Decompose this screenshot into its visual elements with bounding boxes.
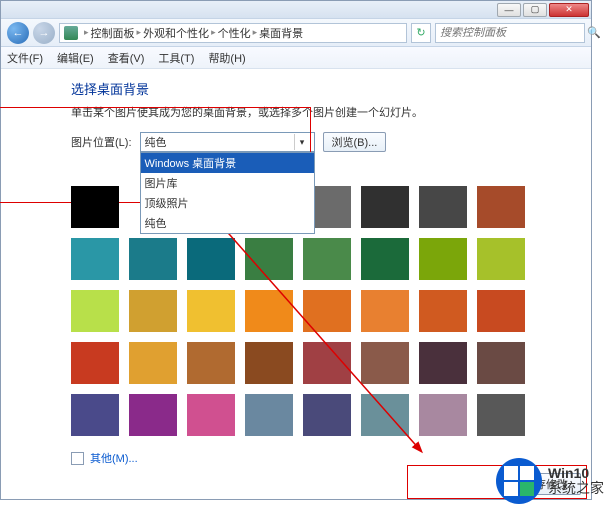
dropdown-item-solid[interactable]: 纯色 — [141, 213, 314, 233]
breadcrumb-sep: ▸ — [84, 27, 89, 38]
minimize-button[interactable]: — — [497, 3, 521, 17]
color-swatch[interactable] — [245, 394, 293, 436]
color-swatch[interactable] — [187, 238, 235, 280]
menubar: 文件(F) 编辑(E) 查看(V) 工具(T) 帮助(H) — [1, 47, 591, 69]
search-input[interactable] — [440, 27, 583, 39]
location-select-value: 纯色 — [145, 134, 167, 150]
location-label: 图片位置(L): — [71, 134, 132, 150]
color-swatch[interactable] — [361, 290, 409, 332]
color-swatch[interactable] — [477, 238, 525, 280]
window: — ▢ ✕ ← → ▸ 控制面板 ▸ 外观和个性化 ▸ 个性化 ▸ 桌面背景 ↻… — [0, 0, 592, 500]
dropdown-item-windows-bg[interactable]: Windows 桌面背景 — [141, 153, 314, 173]
color-swatch[interactable] — [361, 186, 409, 228]
color-swatch[interactable] — [71, 238, 119, 280]
titlebar: — ▢ ✕ — [1, 1, 591, 19]
refresh-button[interactable]: ↻ — [411, 23, 431, 43]
breadcrumb-sep: ▸ — [211, 27, 216, 38]
breadcrumb-seg[interactable]: 控制面板 — [91, 25, 135, 41]
color-swatch[interactable] — [419, 290, 467, 332]
color-swatch[interactable] — [477, 290, 525, 332]
page-subtitle: 单击某个图片使其成为您的桌面背景，或选择多个图片创建一个幻灯片。 — [71, 104, 573, 120]
menu-view[interactable]: 查看(V) — [108, 50, 145, 66]
location-row: 图片位置(L): 纯色 ▾ Windows 桌面背景 图片库 顶级照片 纯色 浏… — [71, 132, 573, 152]
color-swatch[interactable] — [361, 238, 409, 280]
color-swatch[interactable] — [71, 394, 119, 436]
color-swatch[interactable] — [71, 186, 119, 228]
color-swatch[interactable] — [129, 394, 177, 436]
search-icon: 🔍 — [587, 26, 601, 39]
color-swatch[interactable] — [71, 290, 119, 332]
color-swatch[interactable] — [361, 342, 409, 384]
color-swatch[interactable] — [419, 186, 467, 228]
color-swatch[interactable] — [303, 342, 351, 384]
others-checkbox[interactable] — [71, 452, 84, 465]
watermark: Win10 系统之家 — [496, 458, 604, 504]
chevron-down-icon: ▾ — [294, 134, 310, 150]
color-swatch[interactable] — [129, 290, 177, 332]
color-swatch[interactable] — [129, 342, 177, 384]
color-swatch[interactable] — [245, 342, 293, 384]
breadcrumb-icon — [64, 26, 78, 40]
location-dropdown: Windows 桌面背景 图片库 顶级照片 纯色 — [140, 152, 315, 234]
color-swatch[interactable] — [419, 342, 467, 384]
close-button[interactable]: ✕ — [549, 3, 589, 17]
color-swatch[interactable] — [187, 394, 235, 436]
forward-button[interactable]: → — [33, 22, 55, 44]
breadcrumb[interactable]: ▸ 控制面板 ▸ 外观和个性化 ▸ 个性化 ▸ 桌面背景 — [59, 23, 407, 43]
color-swatch[interactable] — [477, 342, 525, 384]
dropdown-item-pictures[interactable]: 图片库 — [141, 173, 314, 193]
color-swatch[interactable] — [245, 290, 293, 332]
color-swatch[interactable] — [303, 290, 351, 332]
color-swatch[interactable] — [245, 238, 293, 280]
color-swatch[interactable] — [477, 186, 525, 228]
back-button[interactable]: ← — [7, 22, 29, 44]
color-swatch[interactable] — [71, 342, 119, 384]
menu-tools[interactable]: 工具(T) — [158, 50, 194, 66]
color-swatch[interactable] — [419, 394, 467, 436]
menu-help[interactable]: 帮助(H) — [208, 50, 245, 66]
color-swatch[interactable] — [361, 394, 409, 436]
menu-file[interactable]: 文件(F) — [7, 50, 43, 66]
browse-button[interactable]: 浏览(B)... — [323, 132, 387, 152]
page-title: 选择桌面背景 — [71, 79, 573, 98]
others-link[interactable]: 其他(M)... — [90, 450, 138, 466]
dropdown-item-top-photos[interactable]: 顶级照片 — [141, 193, 314, 213]
watermark-logo — [496, 458, 542, 504]
watermark-text: Win10 系统之家 — [548, 466, 604, 497]
breadcrumb-seg[interactable]: 外观和个性化 — [143, 25, 209, 41]
location-select-wrap: 纯色 ▾ Windows 桌面背景 图片库 顶级照片 纯色 — [140, 132, 315, 152]
breadcrumb-sep: ▸ — [253, 27, 258, 38]
breadcrumb-sep: ▸ — [137, 27, 142, 38]
color-swatch[interactable] — [477, 394, 525, 436]
color-swatch[interactable] — [187, 290, 235, 332]
navbar: ← → ▸ 控制面板 ▸ 外观和个性化 ▸ 个性化 ▸ 桌面背景 ↻ 🔍 — [1, 19, 591, 47]
menu-edit[interactable]: 编辑(E) — [57, 50, 94, 66]
maximize-button[interactable]: ▢ — [523, 3, 547, 17]
color-swatch[interactable] — [303, 394, 351, 436]
color-swatch[interactable] — [129, 238, 177, 280]
color-swatch[interactable] — [187, 342, 235, 384]
search-box[interactable]: 🔍 — [435, 23, 585, 43]
location-select[interactable]: 纯色 ▾ — [140, 132, 315, 152]
content: 选择桌面背景 单击某个图片使其成为您的桌面背景，或选择多个图片创建一个幻灯片。 … — [1, 69, 591, 478]
breadcrumb-seg[interactable]: 个性化 — [218, 25, 251, 41]
breadcrumb-seg[interactable]: 桌面背景 — [259, 25, 303, 41]
color-swatch[interactable] — [303, 238, 351, 280]
color-swatch[interactable] — [419, 238, 467, 280]
